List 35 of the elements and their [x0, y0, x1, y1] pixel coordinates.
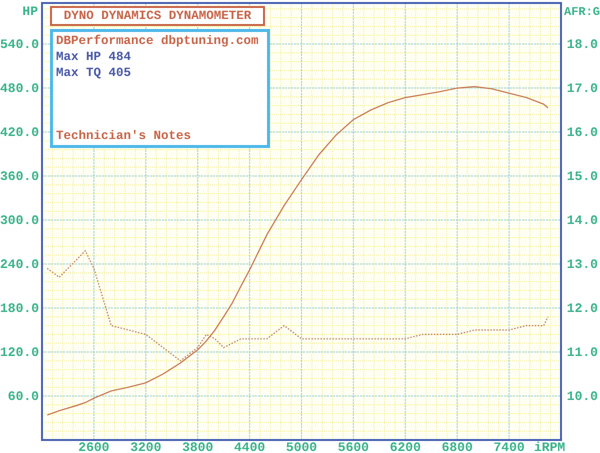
y-tick-label: 540.0: [0, 37, 39, 52]
info-line: Max TQ 405: [56, 66, 132, 81]
x-tick-label: 7400: [494, 440, 525, 453]
y2-tick-label: 11.0: [566, 344, 598, 360]
y-tick-label: 480.0: [0, 81, 39, 96]
y2-tick-label: 12.0: [566, 300, 598, 316]
y-tick-label: 60.0: [8, 389, 39, 404]
info-line: Max HP 484: [56, 50, 132, 65]
y2-tick-label: 17.0: [566, 80, 598, 96]
y-axis-label: HP: [22, 4, 38, 19]
y-tick-label: 420.0: [0, 125, 39, 140]
x-tick-label: 5000: [286, 440, 318, 453]
x-tick-label: 6200: [390, 440, 421, 453]
y2-axis-label: AFR:G: [564, 5, 600, 19]
x-tick-label: 6800: [442, 440, 473, 453]
y-tick-label: 360.0: [0, 169, 39, 184]
chart-title: DYNO DYNAMICS DYNAMOMETER: [50, 6, 265, 26]
y2-tick-label: 18.0: [566, 36, 598, 52]
notes-label: Technician's Notes: [56, 129, 192, 143]
x-tick-label: 3200: [130, 440, 162, 453]
x-tick-label: 3800: [182, 440, 214, 453]
x-tick-label: 5600: [338, 440, 369, 453]
info-line: DBPerformance dbptuning.com: [56, 34, 260, 49]
y2-tick-label: 10.0: [566, 389, 598, 404]
y2-tick-label: 15.0: [566, 168, 598, 184]
y-tick-label: 120.0: [0, 345, 39, 360]
y2-tick-label: 13.0: [566, 256, 598, 272]
x-tick-label: 4400: [234, 440, 266, 453]
y2-tick-label: 14.0: [566, 212, 598, 228]
x-tick-label: 2600: [78, 440, 110, 453]
y-tick-label: 300.0: [0, 213, 39, 228]
y-tick-label: 180.0: [0, 301, 39, 316]
x-axis-label: iRPM: [534, 440, 566, 453]
y-tick-label: 240.0: [0, 257, 39, 272]
y2-tick-label: 16.0: [566, 124, 598, 140]
